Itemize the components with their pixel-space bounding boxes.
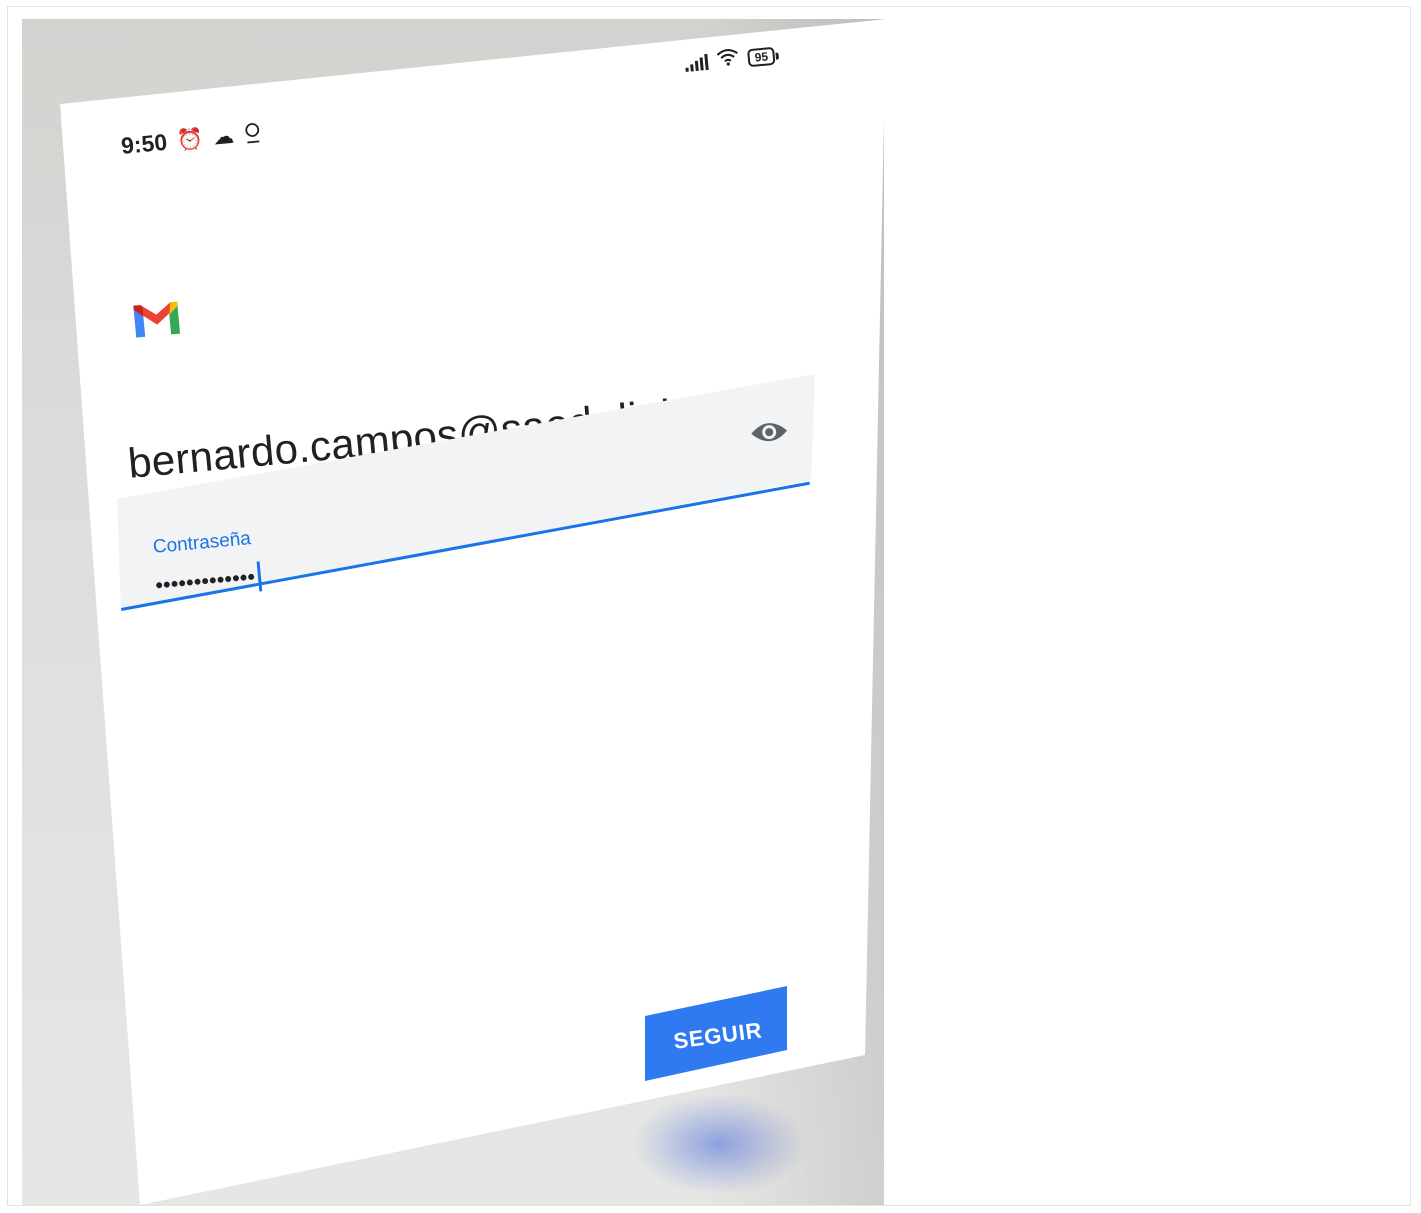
- wifi-icon: [715, 47, 741, 72]
- eye-icon[interactable]: [748, 416, 791, 452]
- seguir-button-label: SEGUIR: [672, 1017, 764, 1054]
- location-icon: [243, 121, 263, 149]
- gmail-icon: [130, 297, 184, 344]
- signal-icon: [684, 53, 709, 72]
- battery-icon: 95: [746, 46, 776, 67]
- cloud-icon: ☁: [212, 124, 236, 150]
- status-time: 9:50: [120, 128, 169, 159]
- alarm-icon: ⏰: [175, 127, 205, 153]
